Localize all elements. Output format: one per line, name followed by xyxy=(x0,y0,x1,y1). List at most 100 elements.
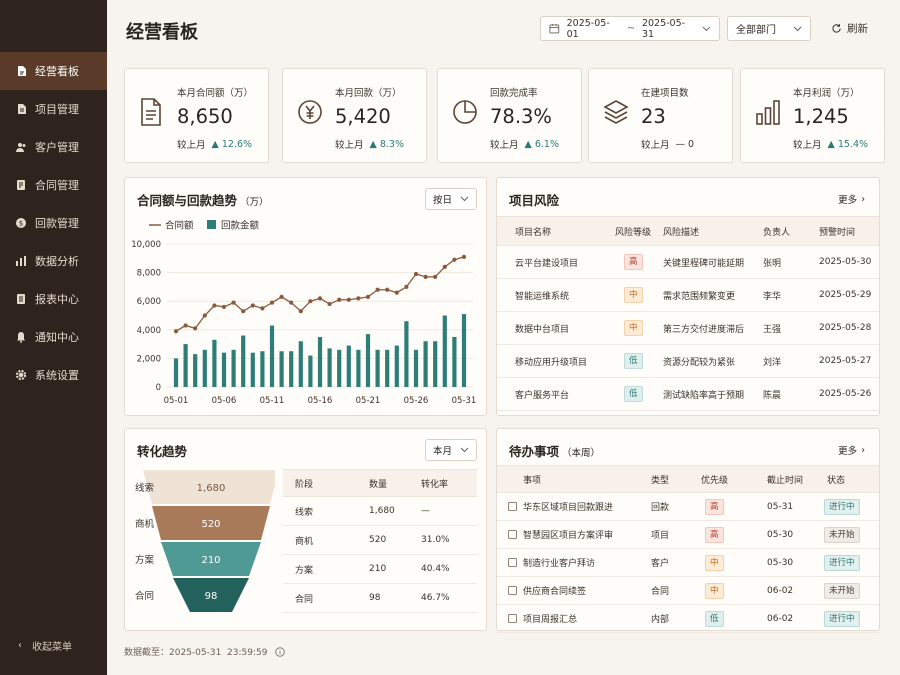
todo-checkbox[interactable] xyxy=(508,605,517,632)
payment-bar xyxy=(452,336,457,387)
todo-more-link[interactable]: 更多 › xyxy=(838,443,865,458)
sidebar-item-contract[interactable]: 合同管理 xyxy=(0,166,107,204)
department-select[interactable]: 全部部门 xyxy=(727,16,811,41)
kpi-trend: ▲ 8.3% xyxy=(369,138,404,150)
legend-label-payment: 回款金额 xyxy=(221,220,260,232)
sidebar-item-users[interactable]: 客户管理 xyxy=(0,128,107,166)
conversion-row: 方案 210 40.4% xyxy=(283,555,477,584)
todo-due-date: 05-31 xyxy=(767,501,794,512)
trend-period-select[interactable]: 按日 xyxy=(425,188,477,210)
chevron-down-icon xyxy=(702,26,711,31)
sidebar-item-report[interactable]: 报表中心 xyxy=(0,280,107,318)
date-range-picker[interactable]: 2025-05-01 ~ 2025-05-31 xyxy=(540,16,720,41)
todo-checkbox[interactable] xyxy=(508,577,517,604)
todo-due-date: 06-02 xyxy=(767,585,794,596)
refresh-button[interactable]: 刷新 xyxy=(831,16,868,41)
risk-row[interactable]: 智能运维系统 中 需求范围频繁变更 李华 2025-05-29 xyxy=(497,279,879,312)
todo-column-header: 类型 xyxy=(651,475,670,486)
payment-bar xyxy=(279,351,284,387)
todo-row[interactable]: 供应商合同续签 合同 中 06-02 未开始 xyxy=(497,577,879,605)
layers-icon xyxy=(603,100,629,124)
payment-bar xyxy=(221,352,227,387)
risk-column-header: 项目名称 xyxy=(515,227,552,238)
todo-row[interactable]: 制造行业客户拜访 客户 中 05-30 进行中 xyxy=(497,549,879,577)
kpi-card: 回款完成率 78.3% 较上月 ▲ 6.1% xyxy=(437,68,582,163)
risk-owner: 陈晨 xyxy=(763,390,782,401)
kpi-label: 本月合同额（万） xyxy=(177,88,254,99)
risk-description: 关键里程碑可能延期 xyxy=(663,258,745,269)
kpi-trend: ▲ 12.6% xyxy=(211,138,253,150)
risk-owner: 张明 xyxy=(763,258,782,269)
sidebar-item-gear[interactable]: 系统设置 xyxy=(0,356,107,394)
contract-line xyxy=(175,256,465,332)
risk-row[interactable]: 云平台建设项目 高 关键里程碑可能延期 张明 2025-05-30 xyxy=(497,246,879,279)
todo-priority-badge: 中 xyxy=(705,582,724,599)
payment-bar xyxy=(212,339,217,387)
risk-level-cell: 高 xyxy=(624,246,643,278)
risk-date: 2025-05-28 xyxy=(819,323,872,333)
y-tick-label: 4,000 xyxy=(137,326,161,336)
sidebar-item-dashboard-doc[interactable]: 经营看板 xyxy=(0,52,107,90)
payment-bar xyxy=(298,341,303,387)
sidebar-item-label: 回款管理 xyxy=(35,217,79,230)
todo-priority-badge: 中 xyxy=(705,554,724,571)
chevron-down-icon xyxy=(793,26,802,31)
contract-point xyxy=(289,300,294,305)
bar-chart-icon xyxy=(756,100,780,125)
sidebar-item-label: 合同管理 xyxy=(35,179,79,192)
document-icon xyxy=(141,98,161,126)
y-tick-label: 2,000 xyxy=(137,354,161,364)
x-tick-label: 05-06 xyxy=(212,396,237,406)
funnel-stage-count: 520 xyxy=(201,519,220,530)
risk-row[interactable]: 移动应用升级项目 低 资源分配较为紧张 刘洋 2025-05-27 xyxy=(497,345,879,378)
sidebar-item-label: 客户管理 xyxy=(35,141,79,154)
risk-project-name: 客户服务平台 xyxy=(515,390,570,401)
x-tick-label: 05-31 xyxy=(452,396,477,406)
sidebar-item-payment[interactable]: $ 回款管理 xyxy=(0,204,107,242)
conversion-period-select[interactable]: 本月 xyxy=(425,439,477,461)
conversion-row: 线索 1,680 — xyxy=(283,497,477,526)
risk-project-name: 云平台建设项目 xyxy=(515,258,579,269)
yen-icon xyxy=(298,100,322,124)
todo-checkbox[interactable] xyxy=(508,549,517,576)
todo-priority-cell: 高 xyxy=(705,493,724,520)
sidebar-item-label: 系统设置 xyxy=(35,369,79,382)
conversion-panel: 转化趋势 本月 1,680 线索 520 商机 210 方案 98 合同 阶段 数量 转化率 线索 1… xyxy=(124,428,487,631)
risk-date: 2025-05-30 xyxy=(819,257,872,267)
collapse-menu-button[interactable]: ‹ 收起菜单 xyxy=(0,637,107,653)
todo-row[interactable]: 项目周报汇总 内部 低 06-02 进行中 xyxy=(497,605,879,633)
todo-panel: 待办事项 （本周） 更多 › 事项 类型 优先级 截止时间 状态 华东区域项目回款跟进 回款高 0… xyxy=(496,428,880,633)
sidebar-item-bell[interactable]: 通知中心 xyxy=(0,318,107,356)
risk-more-link[interactable]: 更多 › xyxy=(838,192,865,207)
risk-level-cell: 中 xyxy=(624,279,643,311)
risk-row[interactable]: 数据中台项目 中 第三方交付进度滞后 王强 2025-05-28 xyxy=(497,312,879,345)
todo-row[interactable]: 华东区域项目回款跟进 回款 高 05-31 进行中 xyxy=(497,493,879,521)
todo-checkbox[interactable] xyxy=(508,493,517,520)
trend-chart: 合同额 回款金额 0 2,000 4,000 6,000 8,000 10,000 05-01 0… xyxy=(131,220,477,407)
conversion-column-header: 阶段 xyxy=(295,479,314,490)
sidebar-item-bar-chart[interactable]: 数据分析 xyxy=(0,242,107,280)
risk-table: 项目名称 风险等级 风险描述 负责人 预警时间 云平台建设项目 高 关键里程碑可能延期 张明 20… xyxy=(497,216,879,411)
conversion-count: 210 xyxy=(369,564,387,574)
risk-panel: 项目风险 更多 › 项目名称 风险等级 风险描述 负责人 预警时间 云平台建设项目 高 关键里程… xyxy=(496,177,880,416)
contract-point xyxy=(183,323,188,328)
todo-checkbox[interactable] xyxy=(508,521,517,548)
contract-point xyxy=(202,313,207,318)
chevron-right-icon: › xyxy=(861,444,865,456)
funnel-stage-label: 合同 xyxy=(135,590,154,602)
risk-level-cell: 低 xyxy=(624,378,643,410)
contract-point xyxy=(279,294,284,300)
todo-row[interactable]: 智慧园区项目方案评审 项目 高 05-30 未开始 xyxy=(497,521,879,549)
risk-owner: 王强 xyxy=(763,324,782,335)
info-icon[interactable] xyxy=(275,646,286,657)
contract-point xyxy=(433,274,438,279)
payment-bar xyxy=(404,321,409,387)
conversion-column-header: 转化率 xyxy=(421,479,449,490)
todo-priority-badge: 高 xyxy=(705,526,724,543)
kpi-compare-label: 较上月 xyxy=(335,140,364,151)
todo-type: 合同 xyxy=(651,587,670,597)
sidebar-item-project-doc[interactable]: 项目管理 xyxy=(0,90,107,128)
risk-row[interactable]: 客户服务平台 低 测试缺陷率高于预期 陈晨 2025-05-26 xyxy=(497,378,879,411)
risk-date: 2025-05-26 xyxy=(819,389,872,399)
kpi-card: 本月回款（万） 5,420 较上月 ▲ 8.3% xyxy=(282,68,427,163)
